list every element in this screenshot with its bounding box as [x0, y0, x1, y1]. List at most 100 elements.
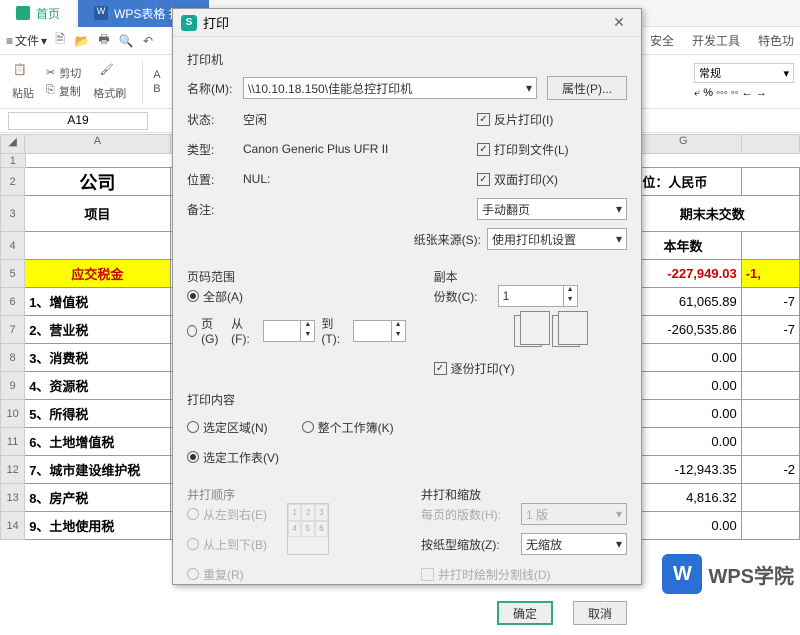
tab-safe[interactable]: 安全 — [650, 32, 674, 49]
print-to-file-checkbox[interactable]: 打印到文件(L) — [477, 138, 627, 160]
print-icon[interactable]: 🖶 — [95, 32, 113, 50]
cell-project-hdr[interactable]: 项目 — [25, 196, 170, 232]
row-1[interactable]: 1 — [0, 154, 26, 168]
col-a[interactable]: A — [25, 134, 170, 154]
row-8[interactable]: 8 — [0, 344, 25, 372]
cut-button[interactable]: ✂ 剪切 — [46, 65, 81, 81]
row-4[interactable]: 4 — [0, 232, 25, 260]
row-5[interactable]: 5 — [0, 260, 25, 288]
to-spinner[interactable]: ▲▼ — [353, 320, 405, 342]
cell-r7g2[interactable]: -7 — [742, 316, 800, 344]
preview-icon[interactable]: 🔍 — [117, 32, 135, 50]
cell-r9g[interactable]: 0.00 — [625, 372, 741, 400]
cell-r12a[interactable]: 7、城市建设维护税 — [25, 456, 170, 484]
cell-r13g[interactable]: 4,816.32 — [625, 484, 741, 512]
row-2[interactable]: 2 — [0, 168, 25, 196]
cell-r6g2[interactable]: -7 — [742, 288, 800, 316]
wrap-toggle[interactable]: ⤶ % ◦◦◦ ◦◦ ← → — [694, 87, 794, 100]
copy-button[interactable]: ⎘ 复制 — [46, 83, 81, 99]
cancel-button[interactable]: 取消 — [573, 601, 627, 625]
dialog-titlebar[interactable]: S 打印 ✕ — [173, 9, 641, 37]
cell-r7g[interactable]: -260,535.86 — [625, 316, 741, 344]
menu-file[interactable]: ≡ 文件 ▾ — [6, 32, 47, 49]
cell-r12g2[interactable]: -2 — [742, 456, 800, 484]
watermark: W WPS学院 — [662, 554, 794, 594]
cell-r9a[interactable]: 4、资源税 — [25, 372, 170, 400]
cell-r13a[interactable]: 8、房产税 — [25, 484, 170, 512]
printer-select[interactable]: \\10.10.18.150\佳能总控打印机▾ — [243, 77, 537, 99]
tab-dev[interactable]: 开发工具 — [692, 32, 740, 49]
cell-r8g[interactable]: 0.00 — [625, 344, 741, 372]
collate-checkbox[interactable]: 逐份打印(Y) — [434, 357, 627, 379]
row-10[interactable]: 10 — [0, 400, 25, 428]
from-label: 从(F): — [231, 315, 257, 346]
paste-icon: 📋 — [13, 63, 33, 83]
mirror-checkbox[interactable]: 反片打印(I) — [477, 108, 627, 130]
number-format-select[interactable]: 常规▾ — [694, 63, 794, 83]
col-g[interactable]: G — [626, 134, 742, 154]
select-all[interactable]: ◢ — [0, 134, 25, 154]
cell-year-hdr[interactable]: 本年数 — [625, 232, 741, 260]
cell-unit[interactable]: 单位：人民币 — [625, 168, 741, 196]
row-3[interactable]: 3 — [0, 196, 25, 232]
type-value: Canon Generic Plus UFR II — [243, 142, 388, 156]
copies-spinner[interactable]: 1▲▼ — [498, 285, 578, 307]
content-workbook-radio[interactable]: 整个工作簿(K) — [302, 419, 394, 436]
print-dialog: S 打印 ✕ 打印机 名称(M): \\10.10.18.150\佳能总控打印机… — [172, 8, 642, 585]
font-b[interactable]: B — [153, 83, 160, 95]
paper-source-select[interactable]: 使用打印机设置▾ — [487, 228, 627, 250]
cell-r7a[interactable]: 2、营业税 — [25, 316, 170, 344]
open-icon[interactable]: 📂 — [73, 32, 91, 50]
range-pages-radio[interactable]: 页(G) — [187, 315, 225, 346]
row-13[interactable]: 13 — [0, 484, 25, 512]
row-7[interactable]: 7 — [0, 316, 25, 344]
scale-group-title: 并打和缩放 — [421, 486, 627, 503]
paste-button[interactable]: 📋 粘贴 — [6, 61, 40, 103]
cell-r14g[interactable]: 0.00 — [625, 512, 741, 540]
close-icon[interactable]: ✕ — [605, 14, 633, 31]
papersize-select[interactable]: 无缩放▾ — [521, 533, 627, 555]
wps-icon: W — [94, 6, 108, 20]
content-selection-radio[interactable]: 选定区域(N) — [187, 419, 268, 436]
tab-special[interactable]: 特色功 — [758, 32, 794, 49]
row-9[interactable]: 9 — [0, 372, 25, 400]
duplex-checkbox[interactable]: 双面打印(X) — [477, 168, 627, 190]
cell-r6g[interactable]: 61,065.89 — [625, 288, 741, 316]
brush-icon: 🖌 — [100, 63, 120, 83]
format-painter-button[interactable]: 🖌 格式刷 — [87, 61, 132, 103]
collate-icon — [514, 315, 627, 347]
cell-r10g[interactable]: 0.00 — [625, 400, 741, 428]
range-all-radio[interactable]: 全部(A) — [187, 285, 406, 307]
undo-icon[interactable]: ↶ — [139, 32, 157, 50]
new-icon[interactable]: 🗎 — [51, 32, 69, 50]
range-group-title: 页码范围 — [187, 268, 406, 285]
cell-r12g[interactable]: -12,943.35 — [625, 456, 741, 484]
cell-tax-payable[interactable]: 应交税金 — [25, 260, 170, 288]
content-sheet-radio[interactable]: 选定工作表(V) — [187, 446, 627, 468]
cell-r5g[interactable]: -227,949.03 — [625, 260, 741, 288]
tab-home[interactable]: 首页 — [0, 0, 76, 27]
ribbon-tabs: 安全 开发工具 特色功 — [650, 32, 794, 49]
status-label: 状态: — [187, 111, 243, 128]
cell-title[interactable]: 公司 — [25, 168, 170, 196]
cell-r14a[interactable]: 9、土地使用税 — [25, 512, 170, 540]
cell-balance-hdr[interactable]: 期末未交数 — [626, 196, 800, 232]
ok-button[interactable]: 确定 — [497, 601, 553, 625]
order-group-title: 并打顺序 — [187, 486, 393, 503]
cell-r11g[interactable]: 0.00 — [625, 428, 741, 456]
cell-r5g2[interactable]: -1, — [742, 260, 800, 288]
font-a[interactable]: A — [153, 69, 160, 81]
row-6[interactable]: 6 — [0, 288, 25, 316]
from-spinner[interactable]: ▲▼ — [263, 320, 315, 342]
row-11[interactable]: 11 — [0, 428, 25, 456]
row-12[interactable]: 12 — [0, 456, 25, 484]
wps-sheet-icon: S — [181, 15, 197, 31]
properties-button[interactable]: 属性(P)... — [547, 76, 627, 100]
cell-address-input[interactable]: A19 — [8, 112, 148, 130]
cell-r11a[interactable]: 6、土地增值税 — [25, 428, 170, 456]
cell-r8a[interactable]: 3、消费税 — [25, 344, 170, 372]
row-14[interactable]: 14 — [0, 512, 25, 540]
cell-r10a[interactable]: 5、所得税 — [25, 400, 170, 428]
cell-r6a[interactable]: 1、增值税 — [25, 288, 170, 316]
flip-select[interactable]: 手动翻页▾ — [477, 198, 627, 220]
